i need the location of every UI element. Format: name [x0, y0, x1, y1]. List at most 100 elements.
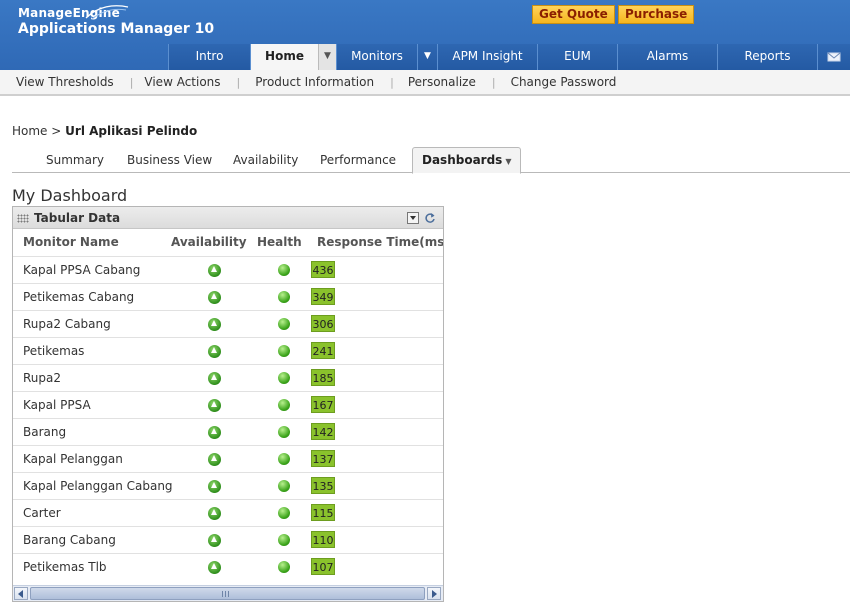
response-time-badge[interactable]: 142 [311, 423, 335, 440]
monitor-name-link[interactable]: Rupa2 [13, 363, 171, 391]
tab-performance[interactable]: Performance [320, 153, 396, 167]
response-time-badge[interactable]: 241 [311, 342, 335, 359]
availability-up-icon[interactable] [207, 371, 221, 385]
table-row[interactable]: Carter 115 [13, 498, 443, 526]
table-row[interactable]: Petikemas 241 [13, 336, 443, 364]
nav-item-alarms[interactable]: Alarms [617, 44, 717, 70]
subnav-change-password[interactable]: Change Password [511, 75, 617, 89]
purchase-button[interactable]: Purchase [618, 5, 695, 24]
availability-up-icon[interactable] [207, 560, 221, 574]
availability-up-icon[interactable] [207, 479, 221, 493]
health-clear-icon[interactable] [277, 426, 290, 438]
subnav-view-actions[interactable]: View Actions [144, 75, 220, 89]
monitor-name-link[interactable]: Kapal Pelanggan Cabang [13, 471, 173, 499]
health-clear-icon[interactable] [277, 399, 290, 411]
response-time-badge[interactable]: 135 [311, 477, 335, 494]
availability-cell [171, 417, 257, 445]
availability-up-icon[interactable] [207, 317, 221, 331]
monitor-name-link[interactable]: Kapal PPSA [13, 390, 171, 418]
monitor-name-link[interactable]: Barang Cabang [13, 525, 171, 553]
nav-item-eum[interactable]: EUM [537, 44, 617, 70]
response-time-badge[interactable]: 110 [311, 531, 335, 548]
subnav-personalize[interactable]: Personalize [408, 75, 476, 89]
monitor-name-link[interactable]: Barang [13, 417, 171, 445]
availability-up-icon[interactable] [207, 533, 221, 547]
tab-business-view[interactable]: Business View [127, 153, 212, 167]
breadcrumb-home[interactable]: Home [12, 124, 47, 138]
table-row[interactable]: Kapal PPSA 167 [13, 390, 443, 418]
monitor-name-link[interactable]: Rupa2 Cabang [13, 309, 171, 337]
table-row[interactable]: Petikemas Tlb 107 [13, 552, 443, 580]
nav-item-apm-insight[interactable]: APM Insight [437, 44, 537, 70]
table-row[interactable]: Rupa2 Cabang 306 [13, 309, 443, 337]
response-time-badge[interactable]: 137 [311, 450, 335, 467]
health-clear-icon[interactable] [277, 345, 290, 357]
health-clear-icon[interactable] [277, 534, 290, 546]
table-row[interactable]: Petikemas Cabang 349 [13, 282, 443, 310]
monitor-name-link[interactable]: Kapal Pelanggan [13, 444, 171, 472]
widget-header: Tabular Data [13, 207, 443, 229]
horizontal-scrollbar[interactable] [13, 585, 443, 601]
health-clear-icon[interactable] [277, 318, 290, 330]
collapse-icon[interactable] [407, 212, 419, 224]
response-time-badge[interactable]: 185 [311, 369, 335, 386]
table-row[interactable]: Kapal PPSA Cabang 436 [13, 255, 443, 283]
response-time-badge[interactable]: 306 [311, 315, 335, 332]
availability-up-icon[interactable] [207, 263, 221, 277]
table-row[interactable]: Kapal Pelanggan Cabang 135 [13, 471, 443, 499]
response-time-badge[interactable]: 107 [311, 558, 335, 576]
nav-item-home[interactable]: Home [250, 44, 318, 70]
column-header-response-time[interactable]: Response Time(ms) [310, 229, 443, 256]
get-quote-button[interactable]: Get Quote [532, 5, 615, 24]
tab-summary[interactable]: Summary [46, 153, 104, 167]
scroll-left-icon[interactable] [14, 587, 28, 600]
health-clear-icon[interactable] [277, 453, 290, 465]
scroll-right-icon[interactable] [427, 587, 441, 600]
mail-icon[interactable] [817, 44, 850, 70]
availability-up-icon[interactable] [207, 398, 221, 412]
monitor-name-link[interactable]: Petikemas Tlb [13, 552, 171, 580]
product-logo[interactable]: ManageEngine Applications Manager 10 [18, 5, 214, 37]
health-clear-icon[interactable] [277, 264, 290, 276]
monitor-name-link[interactable]: Kapal PPSA Cabang [13, 255, 171, 283]
table-row[interactable]: Kapal Pelanggan 137 [13, 444, 443, 472]
monitors-dropdown-arrow-icon[interactable]: ▼ [417, 44, 437, 70]
drag-handle-icon[interactable] [17, 214, 29, 223]
nav-item-monitors[interactable]: Monitors [336, 44, 417, 70]
monitor-name-link[interactable]: Carter [13, 498, 171, 526]
health-clear-icon[interactable] [277, 507, 290, 519]
response-time-badge[interactable]: 436 [311, 261, 335, 278]
monitor-table: Monitor Name Availability Health Respons… [13, 229, 443, 580]
monitor-name-link[interactable]: Petikemas Cabang [13, 282, 171, 310]
table-row[interactable]: Barang 142 [13, 417, 443, 445]
health-clear-icon[interactable] [277, 561, 290, 574]
response-time-badge[interactable]: 167 [311, 396, 335, 413]
table-row[interactable]: Barang Cabang 110 [13, 525, 443, 553]
scrollbar-thumb[interactable] [30, 587, 425, 600]
refresh-icon[interactable] [424, 212, 436, 224]
home-dropdown-arrow-icon[interactable]: ▼ [318, 44, 336, 70]
column-header-availability[interactable]: Availability [171, 229, 257, 256]
health-clear-icon[interactable] [277, 291, 290, 303]
health-cell [257, 498, 310, 526]
availability-up-icon[interactable] [207, 290, 221, 304]
nav-item-reports[interactable]: Reports [717, 44, 817, 70]
health-clear-icon[interactable] [277, 372, 290, 384]
availability-up-icon[interactable] [207, 425, 221, 439]
column-header-monitor-name[interactable]: Monitor Name [13, 229, 171, 256]
availability-up-icon[interactable] [207, 506, 221, 520]
health-cell [257, 363, 310, 391]
tab-dashboards[interactable]: Dashboards ▼ [412, 147, 522, 174]
nav-item-intro[interactable]: Intro [168, 44, 250, 70]
tab-availability[interactable]: Availability [233, 153, 298, 167]
column-header-health[interactable]: Health [257, 229, 310, 256]
health-clear-icon[interactable] [277, 480, 290, 492]
table-row[interactable]: Rupa2 185 [13, 363, 443, 391]
subnav-view-thresholds[interactable]: View Thresholds [16, 75, 114, 89]
response-time-badge[interactable]: 349 [311, 288, 335, 305]
availability-up-icon[interactable] [207, 452, 221, 466]
availability-up-icon[interactable] [207, 344, 221, 358]
monitor-name-link[interactable]: Petikemas [13, 336, 171, 364]
subnav-product-information[interactable]: Product Information [255, 75, 374, 89]
response-time-badge[interactable]: 115 [311, 504, 335, 521]
